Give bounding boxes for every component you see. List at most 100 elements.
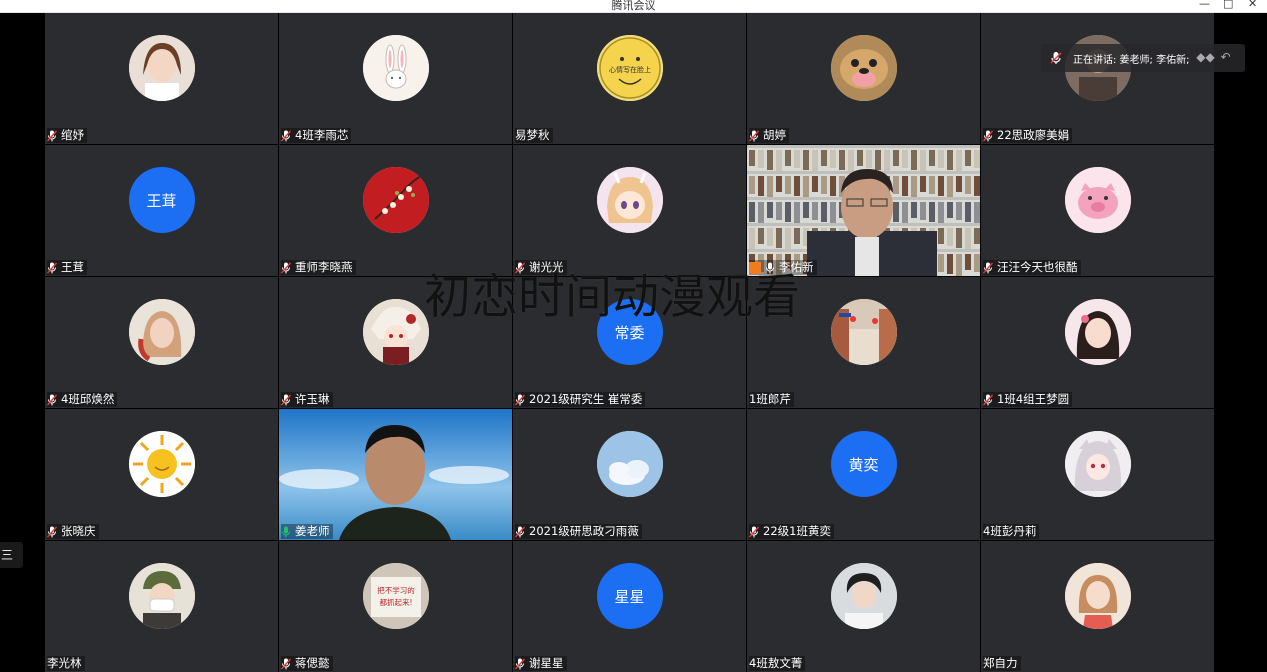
participant-name: 王茸 <box>61 260 84 274</box>
participant-name: 4班邱焕然 <box>61 392 115 406</box>
participant-avatar <box>596 431 663 497</box>
participant-name-label: 22思政廖美娟 <box>983 128 1073 143</box>
mic-muted-icon <box>515 658 525 670</box>
participant-tile[interactable]: 汪汪今天也很酷 <box>981 145 1214 276</box>
participant-name-label: 绾妤 <box>47 128 87 143</box>
participant-name-label: 2021级研究生 崔常委 <box>515 392 646 407</box>
participant-name-label: 重师李晓燕 <box>281 260 356 275</box>
participant-name: 1班4组王梦圆 <box>997 392 1070 406</box>
participant-tile[interactable]: 星星 谢星星 <box>513 541 746 672</box>
mic-muted-icon <box>281 262 291 274</box>
speaking-indicator: 正在讲话: 姜老师; 李佑新; ◆◆ ↶ <box>1041 44 1245 72</box>
svg-text:心情写在脸上: 心情写在脸上 <box>609 65 651 74</box>
participant-grid: 绾妤 4班李雨芯 心情写在脸上 易梦秋 胡婷 22思政廖美娟 王茸 王茸 重师李晓燕 谢光光 李佑新… <box>45 13 1214 672</box>
side-panel-toggle[interactable]: 三 <box>0 542 23 568</box>
mic-muted-icon <box>983 130 993 142</box>
participant-avatar <box>362 167 429 233</box>
participant-tile[interactable]: 4班彭丹莉 <box>981 409 1214 540</box>
close-button[interactable]: ✕ <box>1248 0 1257 10</box>
participant-avatar <box>128 563 195 629</box>
participant-avatar <box>128 299 195 365</box>
participant-tile[interactable]: 心情写在脸上易梦秋 <box>513 13 746 144</box>
participant-name: 绾妤 <box>61 128 84 142</box>
participant-tile[interactable]: 王茸 王茸 <box>45 145 278 276</box>
participant-tile[interactable]: 姜老师 <box>279 409 512 540</box>
participant-name: 易梦秋 <box>515 128 550 142</box>
participant-name-label: 1班4组王梦圆 <box>983 392 1073 407</box>
participant-avatar <box>830 563 897 629</box>
participant-avatar: 心情写在脸上 <box>596 35 663 101</box>
participant-name: 许玉琳 <box>295 392 330 406</box>
participant-tile[interactable]: 谢光光 <box>513 145 746 276</box>
participant-avatar <box>128 431 195 497</box>
mic-muted-icon <box>281 658 291 670</box>
window-title: 腾讯会议 <box>611 0 656 12</box>
participant-name: 22级1班黄奕 <box>763 524 831 538</box>
participant-avatar <box>128 35 195 101</box>
svg-text:都抓起来!: 都抓起来! <box>379 597 412 607</box>
participant-avatar: 王茸 <box>128 167 195 233</box>
participant-avatar <box>1064 167 1131 233</box>
participant-avatar <box>362 299 429 365</box>
mic-muted-icon <box>47 526 57 538</box>
mic-icon <box>281 526 291 538</box>
minimize-button[interactable]: — <box>1199 0 1210 10</box>
participant-name: 重师李晓燕 <box>295 260 353 274</box>
participant-name-label: 4班李雨芯 <box>281 128 352 143</box>
maximize-button[interactable]: □ <box>1223 0 1233 10</box>
participant-name-label: 许玉琳 <box>281 392 333 407</box>
participant-name-label: 张晓庆 <box>47 524 99 539</box>
participant-tile[interactable]: 郑自力 <box>981 541 1214 672</box>
mic-muted-icon <box>983 394 993 406</box>
mic-muted-icon <box>281 394 291 406</box>
mic-muted-icon <box>281 130 291 142</box>
participant-name-label: 2021级研思政刁雨薇 <box>515 524 642 539</box>
participant-name: 胡婷 <box>763 128 786 142</box>
participant-name: 1班郎芹 <box>749 392 791 406</box>
participant-avatar <box>596 167 663 233</box>
participant-avatar: 把不学习的 都抓起来! <box>362 563 429 629</box>
participant-tile[interactable]: 22思政廖美娟 <box>981 13 1214 144</box>
mic-muted-icon <box>749 526 759 538</box>
mic-muted-icon <box>983 262 993 274</box>
participant-avatar <box>1064 299 1131 365</box>
participant-tile[interactable]: 把不学习的 都抓起来! 蒋偲懿 <box>279 541 512 672</box>
participant-tile[interactable]: 4班李雨芯 <box>279 13 512 144</box>
participant-name: 姜老师 <box>295 524 330 538</box>
expand-icon[interactable]: ◆◆ <box>1195 50 1215 66</box>
participant-name: 2021级研究生 崔常委 <box>529 392 643 406</box>
participant-name: 4班李雨芯 <box>295 128 349 142</box>
participant-tile[interactable]: 李光林 <box>45 541 278 672</box>
participant-tile[interactable]: 4班邱焕然 <box>45 277 278 408</box>
participant-name: 张晓庆 <box>61 524 96 538</box>
participant-name-label: 易梦秋 <box>515 128 553 143</box>
participant-name: 4班彭丹莉 <box>983 524 1037 538</box>
participant-tile[interactable]: 1班4组王梦圆 <box>981 277 1214 408</box>
participant-tile[interactable]: 胡婷 <box>747 13 980 144</box>
participant-tile[interactable]: 李佑新 <box>747 145 980 276</box>
participant-avatar <box>830 35 897 101</box>
participant-tile[interactable]: 绾妤 <box>45 13 278 144</box>
participant-tile[interactable]: 黄奕 22级1班黄奕 <box>747 409 980 540</box>
participant-tile[interactable]: 4班敖文菁 <box>747 541 980 672</box>
participant-name-label: 姜老师 <box>281 524 333 539</box>
mic-muted-icon <box>47 130 57 142</box>
video-feed <box>747 145 980 276</box>
participant-tile[interactable]: 2021级研思政刁雨薇 <box>513 409 746 540</box>
mic-muted-icon <box>515 394 525 406</box>
mic-muted-icon <box>47 262 57 274</box>
participant-name: 22思政廖美娟 <box>997 128 1070 142</box>
participant-name-label: 汪汪今天也很酷 <box>983 260 1081 275</box>
undo-arrow-icon[interactable]: ↶ <box>1215 50 1235 66</box>
participant-avatar <box>1064 431 1131 497</box>
participant-name: 汪汪今天也很酷 <box>997 260 1078 274</box>
participant-tile[interactable]: 张晓庆 <box>45 409 278 540</box>
participant-name-label: 4班邱焕然 <box>47 392 118 407</box>
participant-avatar: 黄奕 <box>830 431 897 497</box>
participant-avatar <box>1064 563 1131 629</box>
mic-muted-icon <box>749 130 759 142</box>
participant-name-label: 4班彭丹莉 <box>983 524 1040 539</box>
participant-tile[interactable]: 重师李晓燕 <box>279 145 512 276</box>
participant-name: 2021级研思政刁雨薇 <box>529 524 639 538</box>
participant-name-label: 22级1班黄奕 <box>749 524 834 539</box>
